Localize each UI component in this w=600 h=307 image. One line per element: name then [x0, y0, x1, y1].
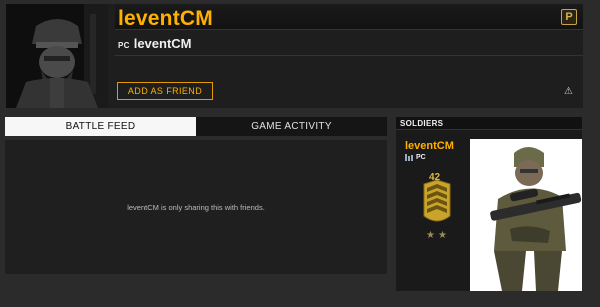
platform-icon: [405, 154, 413, 161]
platform-username: leventCM: [133, 36, 192, 51]
tab-game-activity[interactable]: GAME ACTIVITY: [196, 117, 387, 136]
add-friend-button[interactable]: ADD AS FRIEND: [117, 82, 213, 100]
profile-header: leventCM P PC leventCM ADD AS FRIEND ⚠: [6, 4, 583, 108]
header-divider: [115, 55, 583, 56]
feed-tabs: BATTLE FEED GAME ACTIVITY: [5, 117, 387, 136]
svg-text:★: ★: [438, 230, 447, 241]
soldiers-panel: SOLDIERS leventCM PC 42 ★ ★: [396, 117, 582, 291]
soldiers-title: SOLDIERS: [396, 117, 582, 130]
tab-battle-feed[interactable]: BATTLE FEED: [5, 117, 196, 136]
username-title: leventCM: [118, 7, 213, 30]
rank-insignia-icon: ★ ★: [423, 180, 451, 241]
soldier-name[interactable]: leventCM: [405, 140, 454, 152]
svg-text:★: ★: [426, 230, 435, 241]
battle-feed-panel: leventCM is only sharing this with frien…: [5, 140, 387, 274]
soldier-figure-icon: [470, 139, 582, 291]
soldier-platform-label: PC: [416, 154, 426, 161]
premium-p-icon[interactable]: P: [561, 9, 577, 25]
soldier-portrait-icon: [6, 4, 108, 108]
privacy-message: leventCM is only sharing this with frien…: [127, 203, 265, 212]
platform-tag: PC: [118, 41, 130, 50]
soldier-platform: PC: [405, 154, 426, 161]
warning-triangle-icon[interactable]: ⚠: [564, 86, 573, 97]
platform-line: PC leventCM: [118, 36, 192, 51]
avatar[interactable]: [6, 4, 108, 108]
